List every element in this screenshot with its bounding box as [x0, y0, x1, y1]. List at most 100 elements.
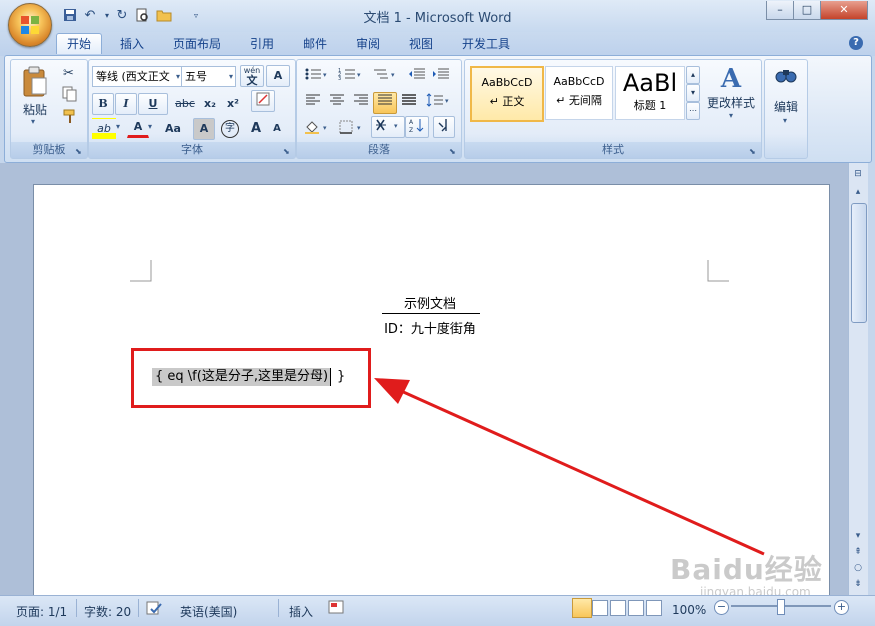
paragraph-launcher-icon[interactable]: ⬊	[449, 147, 458, 156]
clipboard-launcher-icon[interactable]: ⬊	[75, 147, 84, 156]
font-color-button[interactable]: A	[127, 118, 149, 138]
bullets-icon: ▾	[305, 68, 327, 80]
help-icon[interactable]: ?	[849, 36, 863, 50]
vertical-scrollbar[interactable]: ⊟ ▴ ▾ ⇞ ○ ⇟	[848, 163, 868, 595]
text-highlight-button[interactable]: ab	[92, 118, 116, 140]
paste-dropdown-icon[interactable]: ▾	[31, 117, 35, 126]
increase-indent-button[interactable]	[429, 66, 453, 88]
chinese-layout-button[interactable]: ▾	[371, 116, 405, 138]
strikethrough-button[interactable]: abc	[171, 93, 199, 115]
phonetic-guide-button[interactable]: wén 文	[240, 65, 264, 87]
previous-page-icon[interactable]: ⇞	[850, 545, 866, 559]
group-editing[interactable]: 编辑 ▾	[764, 59, 808, 159]
enclose-characters-button[interactable]: 字	[218, 117, 242, 139]
document-title[interactable]: 示例文档	[370, 293, 490, 312]
restore-button[interactable]: □	[793, 1, 821, 20]
style-normal[interactable]: AaBbCcD ↵ 正文	[470, 66, 544, 122]
status-insert-mode[interactable]: 插入	[289, 603, 313, 620]
zoom-out-button[interactable]: −	[714, 600, 729, 615]
chevron-down-icon[interactable]: ▾	[116, 122, 120, 131]
change-styles-button[interactable]: A 更改样式 ▾	[704, 64, 758, 134]
borders-button[interactable]: ▾	[335, 118, 367, 140]
minimize-button[interactable]: –	[766, 1, 794, 20]
superscript-button[interactable]: x²	[222, 93, 244, 115]
paste-button-label[interactable]: 粘贴	[17, 101, 53, 118]
styles-launcher-icon[interactable]: ⬊	[749, 147, 758, 156]
justify-button[interactable]	[373, 92, 397, 114]
align-center-button[interactable]	[325, 92, 349, 114]
sort-button[interactable]: AZ	[405, 116, 429, 138]
annotation-highlight-box	[131, 348, 371, 408]
paragraph-mark-icon	[438, 119, 447, 132]
tab-page-layout[interactable]: 页面布局	[163, 34, 231, 54]
font-size-combo[interactable]: 五号 ▾	[181, 66, 236, 87]
change-case-button[interactable]: Aa	[159, 118, 187, 140]
zoom-level[interactable]: 100%	[672, 603, 706, 617]
outline-view-icon[interactable]	[628, 600, 644, 616]
status-page[interactable]: 页面: 1/1	[16, 603, 67, 620]
zoom-slider-thumb[interactable]	[777, 599, 785, 615]
show-marks-button[interactable]	[433, 116, 455, 138]
underline-button[interactable]: U	[138, 93, 168, 115]
bold-button[interactable]: B	[92, 93, 114, 115]
close-button[interactable]: ✕	[820, 1, 868, 20]
select-browse-object-icon[interactable]: ○	[850, 561, 866, 575]
document-subtitle[interactable]: ID：九十度街角	[360, 318, 500, 337]
scroll-down-icon[interactable]: ▾	[850, 529, 866, 543]
office-button[interactable]	[8, 3, 52, 47]
numbering-button[interactable]: 1 2 3 ▾	[335, 66, 367, 88]
scrollbar-thumb[interactable]	[851, 203, 867, 323]
zoom-in-button[interactable]: +	[834, 600, 849, 615]
status-word-count[interactable]: 字数: 20	[84, 603, 131, 620]
style-no-spacing[interactable]: AaBbCcD ↵ 无间隔	[545, 66, 613, 120]
align-right-button[interactable]	[349, 92, 373, 114]
gallery-up-icon[interactable]: ▴	[686, 66, 700, 84]
paste-icon[interactable]	[21, 66, 49, 98]
distributed-button[interactable]	[397, 92, 421, 114]
decrease-indent-button[interactable]	[405, 66, 429, 88]
shrink-font-button[interactable]: A	[266, 118, 288, 140]
tab-view[interactable]: 视图	[399, 34, 443, 54]
ruler-toggle-icon[interactable]: ⊟	[850, 167, 866, 181]
status-bar	[0, 595, 875, 626]
gallery-more-icon[interactable]: ⋯	[686, 102, 700, 120]
style-heading-1[interactable]: AaBl 标题 1	[615, 66, 685, 120]
cut-icon[interactable]: ✂	[63, 66, 74, 81]
italic-button[interactable]: I	[115, 93, 137, 115]
character-shading-button[interactable]: A	[193, 118, 215, 140]
status-language[interactable]: 英语(美国)	[180, 603, 237, 620]
chevron-down-icon[interactable]: ▾	[148, 122, 152, 131]
format-painter-icon[interactable]	[62, 108, 78, 124]
tab-home[interactable]: 开始	[56, 33, 103, 54]
justify-icon	[378, 94, 392, 105]
multilevel-list-button[interactable]: ▾	[369, 66, 401, 88]
gallery-down-icon[interactable]: ▾	[686, 84, 700, 102]
tab-review[interactable]: 审阅	[346, 34, 390, 54]
svg-text:▾: ▾	[323, 124, 327, 132]
svg-text:A: A	[409, 119, 414, 126]
tab-mailings[interactable]: 邮件	[293, 34, 337, 54]
web-layout-view-icon[interactable]	[610, 600, 626, 616]
macro-record-icon[interactable]	[328, 600, 344, 614]
shading-button[interactable]: ▾	[301, 118, 333, 140]
line-spacing-button[interactable]: ▾	[423, 92, 455, 114]
scroll-up-icon[interactable]: ▴	[850, 185, 866, 199]
font-name-combo[interactable]: 等线 (西文正文 ▾	[92, 66, 183, 87]
align-center-icon	[330, 94, 344, 105]
proofing-icon[interactable]	[146, 600, 164, 616]
full-screen-reading-view-icon[interactable]	[592, 600, 608, 616]
character-border-button[interactable]: A	[266, 65, 290, 87]
bullets-button[interactable]: ▾	[301, 66, 333, 88]
font-launcher-icon[interactable]: ⬊	[283, 147, 292, 156]
align-left-button[interactable]	[301, 92, 325, 114]
copy-icon[interactable]	[62, 86, 78, 102]
tab-insert[interactable]: 插入	[110, 34, 154, 54]
grow-font-button[interactable]: A	[245, 118, 267, 140]
tab-references[interactable]: 引用	[240, 34, 284, 54]
tab-developer[interactable]: 开发工具	[452, 34, 520, 54]
subscript-button[interactable]: x₂	[199, 93, 221, 115]
next-page-icon[interactable]: ⇟	[850, 577, 866, 591]
print-layout-view-icon[interactable]	[572, 598, 592, 618]
clear-formatting-button[interactable]	[251, 90, 275, 112]
draft-view-icon[interactable]	[646, 600, 662, 616]
